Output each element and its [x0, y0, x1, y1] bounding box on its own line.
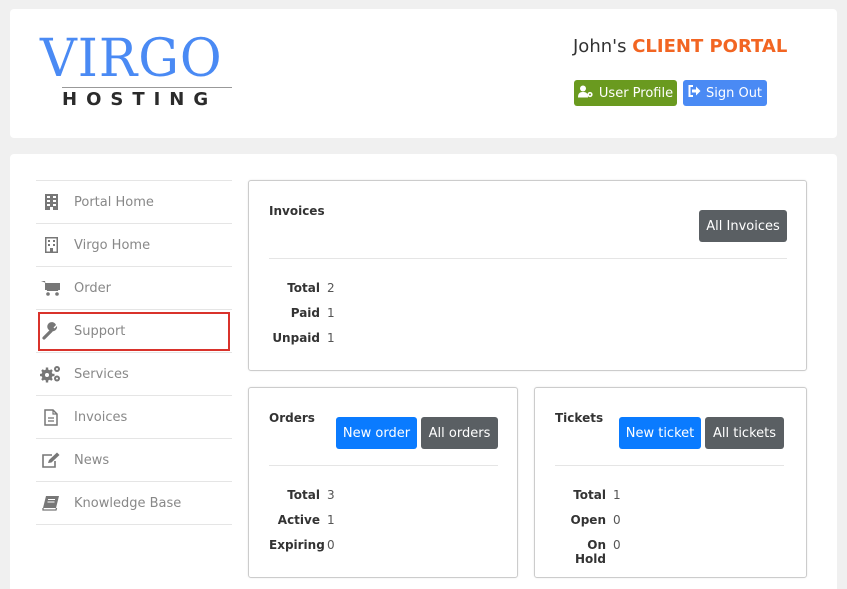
tickets-panel: Tickets New ticket All tickets Total 1 Op… — [534, 387, 807, 578]
stat-row-total: Total 3 — [269, 488, 335, 502]
sidebar-nav: Portal Home Virgo Home Order Support Ser… — [36, 180, 232, 525]
sidebar-item-label: Portal Home — [74, 194, 154, 210]
sidebar-item-label: Order — [74, 280, 111, 296]
user-profile-label: User Profile — [598, 85, 674, 101]
orders-panel: Orders New order All orders Total 3 Activ… — [248, 387, 518, 578]
sidebar-item-label: Support — [74, 323, 126, 339]
stat-label: Open — [570, 513, 606, 527]
stat-label: Paid — [290, 306, 320, 320]
stat-row-total: Total 1 — [555, 488, 621, 502]
stat-value: 0 — [327, 538, 335, 552]
sidebar-item-news[interactable]: News — [36, 439, 232, 482]
book-icon — [40, 494, 62, 512]
sidebar-item-services[interactable]: Services — [36, 353, 232, 396]
stat-value: 3 — [327, 488, 335, 502]
logo-sub-text: HOSTING — [62, 89, 218, 110]
building-outline-icon — [40, 236, 62, 254]
sign-out-icon — [688, 85, 701, 101]
user-cog-icon — [577, 85, 594, 102]
building-icon — [40, 193, 62, 211]
stat-value: 0 — [613, 513, 621, 527]
logo-main-text: VIRGO — [40, 29, 223, 89]
stat-row-open: Open 0 — [555, 513, 621, 527]
document-icon — [40, 408, 62, 426]
stat-label: Total — [573, 488, 606, 502]
sidebar-item-virgo-home[interactable]: Virgo Home — [36, 224, 232, 267]
wrench-icon — [40, 322, 62, 340]
all-invoices-button[interactable]: All Invoices — [699, 210, 787, 242]
stat-value: 0 — [613, 538, 621, 552]
user-profile-button[interactable]: User Profile — [574, 80, 677, 106]
stat-label: Total — [287, 281, 320, 295]
new-ticket-button[interactable]: New ticket — [619, 417, 701, 449]
stat-row-expiring: Expiring 0 — [269, 538, 335, 552]
stat-row-unpaid: Unpaid 1 — [269, 331, 335, 345]
new-order-button[interactable]: New order — [336, 417, 417, 449]
stat-row-on-hold: On Hold 0 — [555, 538, 621, 566]
portal-title: John's CLIENT PORTAL — [573, 36, 787, 57]
sign-out-label: Sign Out — [705, 85, 763, 101]
sidebar-item-label: News — [74, 452, 110, 468]
portal-title-user: John's — [573, 36, 627, 57]
stat-value: 1 — [613, 488, 621, 502]
stat-label: On Hold — [575, 538, 606, 566]
sidebar-item-label: Services — [74, 366, 129, 382]
all-tickets-button[interactable]: All tickets — [705, 417, 784, 449]
divider — [555, 465, 784, 466]
stat-row-active: Active 1 — [269, 513, 335, 527]
stat-value: 1 — [327, 513, 335, 527]
divider — [269, 258, 787, 259]
sidebar-item-invoices[interactable]: Invoices — [36, 396, 232, 439]
orders-title: Orders — [269, 411, 315, 425]
stat-label: Unpaid — [272, 331, 320, 345]
invoices-title: Invoices — [269, 204, 325, 218]
stat-label: Expiring — [269, 538, 325, 552]
stat-value: 1 — [327, 331, 335, 345]
all-orders-button[interactable]: All orders — [421, 417, 498, 449]
stat-value: 1 — [327, 306, 335, 320]
edit-icon — [40, 451, 62, 469]
stat-value: 2 — [327, 281, 335, 295]
sidebar-item-support[interactable]: Support — [36, 310, 232, 353]
sidebar-item-knowledge-base[interactable]: Knowledge Base — [36, 482, 232, 525]
main-content: Portal Home Virgo Home Order Support Ser… — [10, 154, 837, 589]
header: VIRGO HOSTING John's CLIENT PORTAL User … — [10, 9, 837, 138]
sidebar-item-portal-home[interactable]: Portal Home — [36, 181, 232, 224]
stat-label: Total — [287, 488, 320, 502]
cart-icon — [40, 279, 62, 297]
invoices-panel: Invoices All Invoices Total 2 Paid 1 Unpai… — [248, 180, 807, 371]
sidebar-item-label: Knowledge Base — [74, 495, 182, 511]
portal-title-accent: CLIENT PORTAL — [632, 36, 788, 57]
sign-out-button[interactable]: Sign Out — [683, 80, 767, 106]
stat-row-paid: Paid 1 — [269, 306, 335, 320]
gears-icon — [40, 365, 62, 383]
stat-row-total: Total 2 — [269, 281, 335, 295]
divider — [269, 465, 498, 466]
sidebar-item-label: Invoices — [74, 409, 128, 425]
sidebar-item-label: Virgo Home — [74, 237, 151, 253]
logo[interactable]: VIRGO HOSTING — [40, 31, 255, 110]
sidebar-item-order[interactable]: Order — [36, 267, 232, 310]
tickets-title: Tickets — [555, 411, 604, 425]
stat-label: Active — [277, 513, 320, 527]
